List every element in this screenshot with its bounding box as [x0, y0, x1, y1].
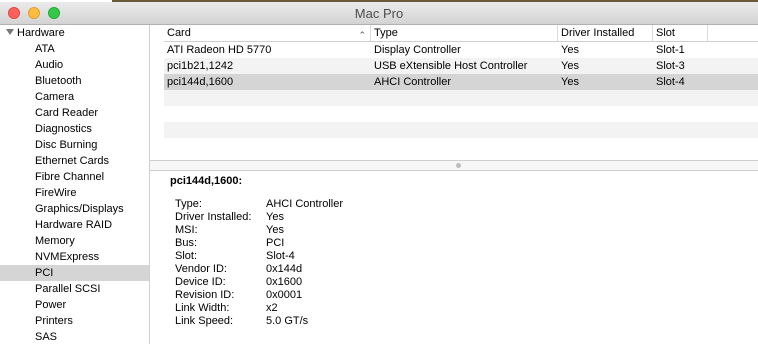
split-view-divider[interactable]: [150, 160, 758, 171]
cell-driver-installed: Yes: [561, 60, 579, 72]
cell-card: pci144d,1600: [167, 76, 234, 88]
cell-driver-installed: Yes: [561, 76, 579, 88]
sidebar-item-power[interactable]: Power: [0, 297, 149, 313]
sidebar-item-memory[interactable]: Memory: [0, 233, 149, 249]
detail-row-revision-id: Revision ID: 0x0001: [175, 289, 303, 301]
detail-row-link-speed: Link Speed: 5.0 GT/s: [175, 315, 309, 327]
detail-row-type: Type: AHCI Controller: [175, 198, 344, 210]
cell-type: AHCI Controller: [374, 76, 452, 88]
sidebar-group-label: Hardware: [17, 27, 65, 39]
cell-slot: Slot-4: [656, 76, 685, 88]
detail-properties: Type: AHCI Controller Driver Installed: Ye…: [175, 198, 575, 328]
detail-row-vendor-id: Vendor ID: 0x144d: [175, 263, 303, 275]
detail-row-device-id: Device ID: 0x1600: [175, 276, 303, 288]
table-row[interactable]: pci1b21,1242 USB eXtensible Host Control…: [164, 58, 758, 74]
window-title: Mac Pro: [354, 6, 404, 21]
detail-row-link-width: Link Width: x2: [175, 302, 278, 314]
detail-row-driver-installed: Driver Installed: Yes: [175, 211, 284, 223]
sidebar-item-ata[interactable]: ATA: [0, 41, 149, 57]
sidebar: Hardware ATA Audio Bluetooth Camera Card…: [0, 25, 150, 344]
cell-driver-installed: Yes: [561, 44, 579, 56]
sidebar-item-camera[interactable]: Camera: [0, 89, 149, 105]
table-body: ATI Radeon HD 5770 Display Controller Ye…: [164, 42, 758, 154]
empty-row: [164, 106, 758, 122]
sidebar-item-bluetooth[interactable]: Bluetooth: [0, 73, 149, 89]
title-bar: Mac Pro: [0, 2, 758, 25]
cell-type: USB eXtensible Host Controller: [374, 60, 528, 72]
detail-row-msi: MSI: Yes: [175, 224, 284, 236]
column-header-card[interactable]: Card ⌃: [164, 25, 371, 41]
sidebar-item-disc-burning[interactable]: Disc Burning: [0, 137, 149, 153]
cell-type: Display Controller: [374, 44, 461, 56]
empty-row: [164, 90, 758, 106]
sidebar-item-nvmexpress[interactable]: NVMExpress: [0, 249, 149, 265]
sidebar-item-fibre-channel[interactable]: Fibre Channel: [0, 169, 149, 185]
sidebar-group-hardware[interactable]: Hardware: [0, 25, 149, 41]
cell-card: ATI Radeon HD 5770: [167, 44, 272, 56]
table-row-selected[interactable]: pci144d,1600 AHCI Controller Yes Slot-4: [164, 74, 758, 90]
empty-row: [164, 138, 758, 154]
table-row[interactable]: ATI Radeon HD 5770 Display Controller Ye…: [164, 42, 758, 58]
sidebar-item-parallel-scsi[interactable]: Parallel SCSI: [0, 281, 149, 297]
detail-row-slot: Slot: Slot-4: [175, 250, 295, 262]
cell-slot: Slot-3: [656, 60, 685, 72]
sidebar-item-sas[interactable]: SAS: [0, 329, 149, 344]
sidebar-item-diagnostics[interactable]: Diagnostics: [0, 121, 149, 137]
sidebar-item-ethernet-cards[interactable]: Ethernet Cards: [0, 153, 149, 169]
table-header: Card ⌃ Type Driver Installed Slot: [164, 25, 758, 42]
sidebar-item-pci[interactable]: PCI: [0, 265, 149, 281]
sidebar-item-hardware-raid[interactable]: Hardware RAID: [0, 217, 149, 233]
sidebar-item-card-reader[interactable]: Card Reader: [0, 105, 149, 121]
detail-row-bus: Bus: PCI: [175, 237, 285, 249]
column-header-driver-installed[interactable]: Driver Installed: [558, 25, 653, 41]
column-header-slot[interactable]: Slot: [653, 25, 708, 41]
content-pane: Card ⌃ Type Driver Installed Slot ATI Ra…: [150, 25, 758, 344]
cell-slot: Slot-1: [656, 44, 685, 56]
detail-title: pci144d,1600:: [170, 175, 243, 187]
disclosure-triangle-icon[interactable]: [6, 29, 14, 35]
empty-row: [164, 122, 758, 138]
divider-grip-icon[interactable]: [456, 163, 461, 168]
sort-ascending-icon: ⌃: [358, 30, 366, 40]
detail-pane: pci144d,1600: Type: AHCI Controller Drive…: [170, 174, 750, 327]
sidebar-item-firewire[interactable]: FireWire: [0, 185, 149, 201]
sidebar-item-audio[interactable]: Audio: [0, 57, 149, 73]
sidebar-item-graphics-displays[interactable]: Graphics/Displays: [0, 201, 149, 217]
cell-card: pci1b21,1242: [167, 60, 234, 72]
column-header-type[interactable]: Type: [371, 25, 558, 41]
sidebar-item-printers[interactable]: Printers: [0, 313, 149, 329]
